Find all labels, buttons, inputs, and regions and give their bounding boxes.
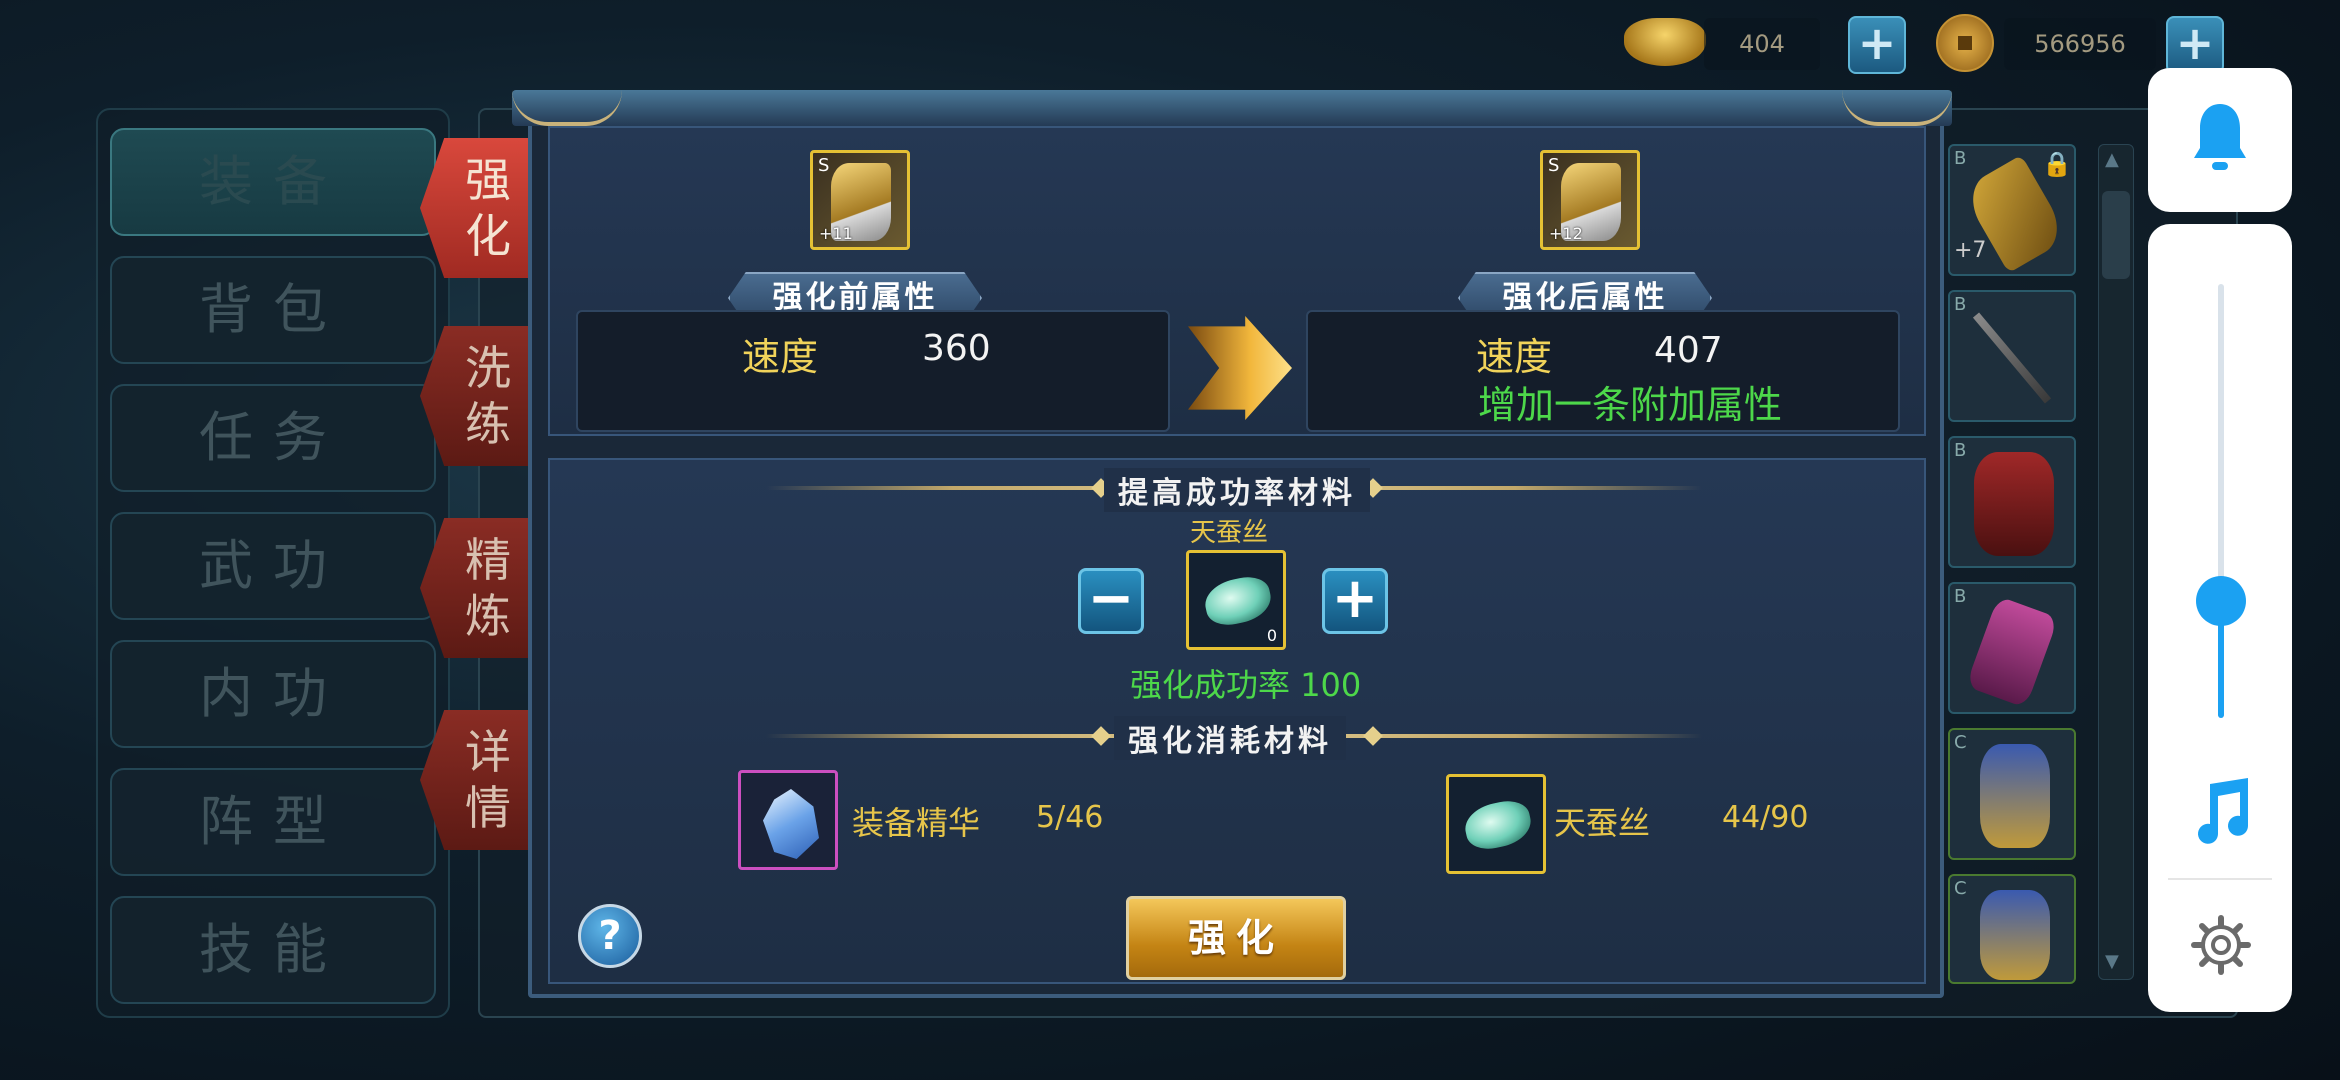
ingot-amount: 404 (1704, 18, 1820, 70)
increase-button[interactable]: + (1322, 568, 1388, 634)
menu-item-martial[interactable]: 武功 (110, 512, 436, 620)
before-stat-value: 360 (922, 328, 991, 369)
menu-item-quest[interactable]: 任务 (110, 384, 436, 492)
cost-material-amount: 44/90 (1722, 800, 1809, 835)
scroll-thumb[interactable] (2102, 191, 2130, 279)
item-grade: S (818, 155, 830, 176)
add-ingot-button[interactable]: + (1848, 16, 1906, 74)
enhance-button[interactable]: 强化 (1126, 896, 1346, 980)
bell-icon (2194, 104, 2246, 170)
menu-item-equipment[interactable]: 装备 (110, 128, 436, 236)
tab-label: 精 (465, 533, 511, 587)
success-rate-label: 强化成功率 (1130, 666, 1291, 704)
gold-ingot-icon (1624, 18, 1706, 66)
crystal-icon (763, 789, 819, 859)
gauntlet-icon (1980, 744, 2050, 848)
cost-material-name: 装备精华 (852, 804, 981, 842)
success-material-name: 天蚕丝 (1190, 518, 1269, 548)
inventory-slot[interactable]: B (1948, 290, 2076, 422)
gear-icon[interactable] (2190, 914, 2252, 976)
tab-label: 洗 (465, 341, 511, 395)
tab-label: 炼 (465, 589, 511, 643)
dialog-header-frame (512, 90, 1952, 126)
before-stat-name: 速度 (742, 335, 819, 379)
inventory-slot[interactable]: C (1948, 874, 2076, 984)
item-level: +11 (819, 224, 853, 243)
scroll-up-icon[interactable]: ▲ (2105, 149, 2119, 170)
bracer-icon (1965, 595, 2059, 709)
tab-label: 情 (465, 781, 511, 835)
before-stats-box (576, 310, 1170, 432)
item-grade: S (1548, 155, 1560, 176)
item-level: +12 (1549, 224, 1583, 243)
bonus-attribute-text: 增加一条附加属性 (1478, 383, 1783, 427)
inventory-slot[interactable]: C (1948, 728, 2076, 860)
cost-material-amount: 5/46 (1036, 800, 1104, 835)
tab-label: 详 (465, 725, 511, 779)
gauntlet-icon (1980, 890, 2050, 980)
add-coin-button[interactable]: + (2166, 16, 2224, 74)
slot-grade: B (1954, 148, 1967, 169)
equipment-essence-slot[interactable] (738, 770, 838, 870)
music-note-icon[interactable] (2188, 776, 2254, 848)
slot-level: +7 (1954, 238, 1987, 263)
lock-icon: 🔒 (2042, 150, 2072, 178)
menu-item-inner-power[interactable]: 内功 (110, 640, 436, 748)
inventory-slot[interactable]: B (1948, 582, 2076, 714)
success-rate: 强化成功率 100 (1130, 660, 1361, 706)
scroll-down-icon[interactable]: ▼ (2105, 951, 2119, 972)
silk-icon (1461, 796, 1535, 854)
slot-grade: C (1954, 878, 1967, 899)
silk-icon (1201, 572, 1275, 630)
cost-material-title: 强化消耗材料 (1114, 716, 1346, 760)
menu-item-backpack[interactable]: 背包 (110, 256, 436, 364)
armor-icon (1974, 452, 2054, 556)
material-count: 0 (1266, 626, 1277, 645)
cost-material-name: 天蚕丝 (1554, 804, 1651, 842)
decrease-button[interactable]: − (1078, 568, 1144, 634)
copper-coin-icon (1936, 14, 1994, 72)
tab-label: 练 (465, 397, 511, 451)
notification-card[interactable] (2148, 68, 2292, 212)
coin-amount: 566956 (2004, 18, 2156, 70)
inventory-scrollbar[interactable]: ▲ ▼ (2098, 144, 2134, 980)
volume-slider-knob[interactable] (2196, 575, 2246, 626)
help-button[interactable]: ? (578, 904, 642, 968)
success-material-title: 提高成功率材料 (1104, 468, 1370, 512)
slot-grade: C (1954, 732, 1967, 753)
equipment-before-icon[interactable]: S +11 (810, 150, 910, 250)
after-stat-name: 速度 (1476, 335, 1553, 379)
silk-cost-slot[interactable] (1446, 774, 1546, 874)
menu-item-formation[interactable]: 阵型 (110, 768, 436, 876)
tab-label: 化 (465, 209, 511, 263)
success-rate-value: 100 (1300, 666, 1362, 704)
menu-item-skills[interactable]: 技能 (110, 896, 436, 1004)
inventory-slot[interactable]: B (1948, 436, 2076, 568)
controls-divider (2168, 878, 2272, 880)
inventory-slot[interactable]: B +7 🔒 (1948, 144, 2076, 276)
silk-material-slot[interactable]: 0 (1186, 550, 1286, 650)
spear-icon (1972, 312, 2052, 404)
after-stat-value: 407 (1654, 330, 1723, 371)
equipment-after-icon[interactable]: S +12 (1540, 150, 1640, 250)
slot-grade: B (1954, 586, 1967, 607)
slot-grade: B (1954, 440, 1967, 461)
slot-grade: B (1954, 294, 1967, 315)
tab-label: 强 (465, 153, 511, 207)
